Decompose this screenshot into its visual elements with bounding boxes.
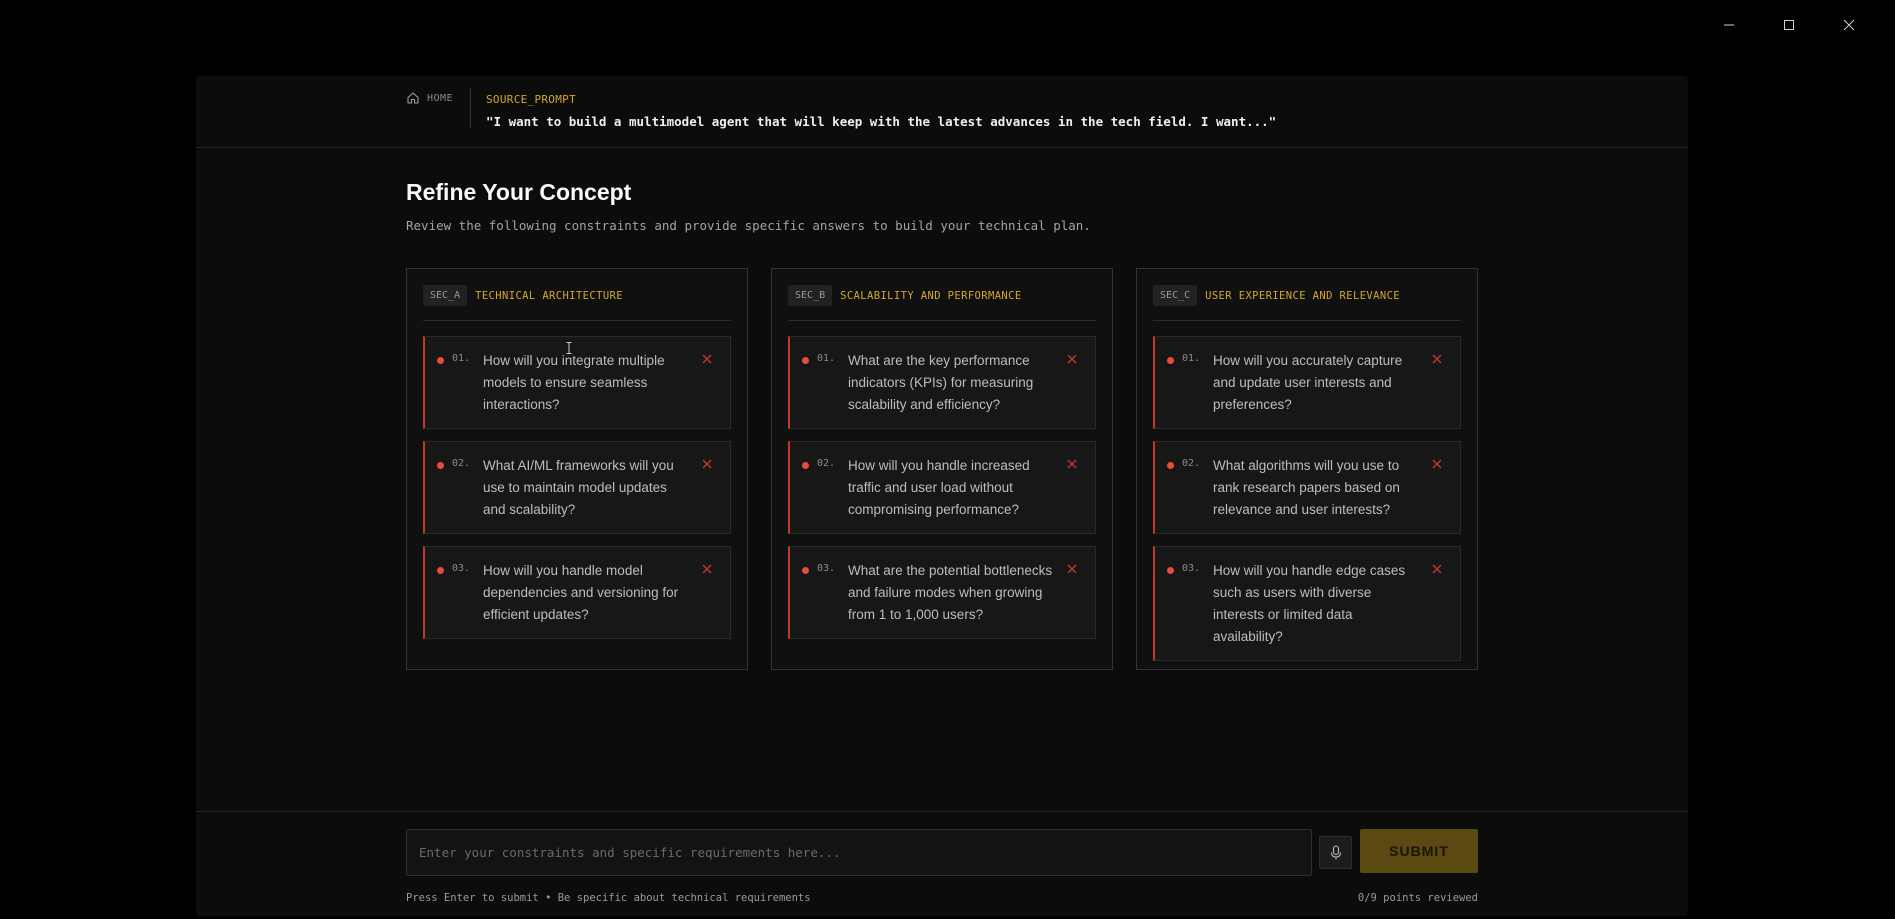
home-link[interactable]: HOME <box>406 91 453 105</box>
status-dot <box>802 357 809 364</box>
header-divider <box>470 88 471 128</box>
question-card[interactable]: 02. How will you handle increased traffi… <box>788 441 1096 534</box>
question-text: What AI/ML frameworks will you use to ma… <box>483 458 674 517</box>
text-cursor-icon <box>566 342 572 354</box>
question-card[interactable]: 01. How will you integrate multiple mode… <box>423 336 731 429</box>
question-number: 02. <box>452 458 471 469</box>
minimize-icon[interactable] <box>1699 12 1759 38</box>
status-dot <box>437 357 444 364</box>
question-card[interactable]: 01. How will you accurately capture and … <box>1153 336 1461 429</box>
section-scalability-performance: SEC_B SCALABILITY AND PERFORMANCE 01. Wh… <box>771 268 1113 670</box>
submit-hint: Press Enter to submit • Be specific abou… <box>406 892 811 904</box>
question-number: 01. <box>1182 353 1201 364</box>
question-text: How will you accurately capture and upda… <box>1213 353 1403 412</box>
question-text: What algorithms will you use to rank res… <box>1213 458 1400 517</box>
section-title: SCALABILITY AND PERFORMANCE <box>840 289 1022 302</box>
question-number: 01. <box>452 353 471 364</box>
footer: SUBMIT Press Enter to submit • Be specif… <box>196 811 1688 916</box>
section-tag: SEC_B <box>788 285 833 306</box>
question-number: 01. <box>817 353 836 364</box>
page-subtitle: Review the following constraints and pro… <box>406 218 1091 233</box>
section-header: SEC_B SCALABILITY AND PERFORMANCE <box>788 269 1096 321</box>
status-dot <box>1167 462 1174 469</box>
question-card[interactable]: 02. What algorithms will you use to rank… <box>1153 441 1461 534</box>
source-prompt-label: SOURCE_PROMPT <box>486 93 576 106</box>
dismiss-icon[interactable] <box>1065 457 1079 471</box>
dismiss-icon[interactable] <box>1065 352 1079 366</box>
dismiss-icon[interactable] <box>1430 352 1444 366</box>
dismiss-icon[interactable] <box>700 352 714 366</box>
question-card[interactable]: 02. What AI/ML frameworks will you use t… <box>423 441 731 534</box>
source-prompt: SOURCE_PROMPT "I want to build a multimo… <box>486 93 1276 129</box>
submit-button[interactable]: SUBMIT <box>1360 829 1478 873</box>
app-panel: HOME SOURCE_PROMPT "I want to build a mu… <box>196 76 1688 916</box>
section-tag: SEC_A <box>423 285 468 306</box>
status-dot <box>802 567 809 574</box>
close-icon[interactable] <box>1819 12 1879 38</box>
question-card[interactable]: 03. How will you handle model dependenci… <box>423 546 731 639</box>
dismiss-icon[interactable] <box>1430 457 1444 471</box>
section-technical-architecture: SEC_A TECHNICAL ARCHITECTURE 01. How wil… <box>406 268 748 670</box>
requirements-input[interactable] <box>406 829 1312 876</box>
question-number: 02. <box>1182 458 1201 469</box>
section-header: SEC_A TECHNICAL ARCHITECTURE <box>423 269 731 321</box>
source-prompt-text: "I want to build a multimodel agent that… <box>486 114 1277 129</box>
dismiss-icon[interactable] <box>1065 562 1079 576</box>
question-number: 02. <box>817 458 836 469</box>
sections-grid: SEC_A TECHNICAL ARCHITECTURE 01. How wil… <box>406 268 1478 670</box>
question-text: How will you handle increased traffic an… <box>848 458 1030 517</box>
status-dot <box>802 462 809 469</box>
question-number: 03. <box>1182 563 1201 574</box>
microphone-icon <box>1330 844 1341 859</box>
question-card[interactable]: 03. How will you handle edge cases such … <box>1153 546 1461 661</box>
section-user-experience: SEC_C USER EXPERIENCE AND RELEVANCE 01. … <box>1136 268 1478 670</box>
question-text: What are the potential bottlenecks and f… <box>848 563 1053 622</box>
section-tag: SEC_C <box>1153 285 1198 306</box>
section-title: TECHNICAL ARCHITECTURE <box>475 289 623 302</box>
question-text: How will you handle model dependencies a… <box>483 563 679 622</box>
question-number: 03. <box>817 563 836 574</box>
top-bar: HOME SOURCE_PROMPT "I want to build a mu… <box>196 76 1688 148</box>
review-count: 0/9 points reviewed <box>1357 892 1478 904</box>
dismiss-icon[interactable] <box>700 562 714 576</box>
home-icon <box>407 92 419 104</box>
question-text: How will you integrate multiple models t… <box>483 353 665 412</box>
dismiss-icon[interactable] <box>1430 562 1444 576</box>
status-dot <box>437 567 444 574</box>
page-title: Refine Your Concept <box>406 179 632 205</box>
section-title: USER EXPERIENCE AND RELEVANCE <box>1205 289 1401 302</box>
question-number: 03. <box>452 563 471 574</box>
status-dot <box>437 462 444 469</box>
maximize-icon[interactable] <box>1759 12 1819 38</box>
status-dot <box>1167 567 1174 574</box>
question-text: How will you handle edge cases such as u… <box>1213 563 1406 644</box>
dismiss-icon[interactable] <box>700 457 714 471</box>
section-header: SEC_C USER EXPERIENCE AND RELEVANCE <box>1153 269 1461 321</box>
home-label: HOME <box>427 92 454 104</box>
question-text: What are the key performance indicators … <box>848 353 1034 412</box>
window-controls <box>1699 12 1879 38</box>
status-dot <box>1167 357 1174 364</box>
mic-button[interactable] <box>1319 836 1352 869</box>
question-card[interactable]: 01. What are the key performance indicat… <box>788 336 1096 429</box>
question-card[interactable]: 03. What are the potential bottlenecks a… <box>788 546 1096 639</box>
